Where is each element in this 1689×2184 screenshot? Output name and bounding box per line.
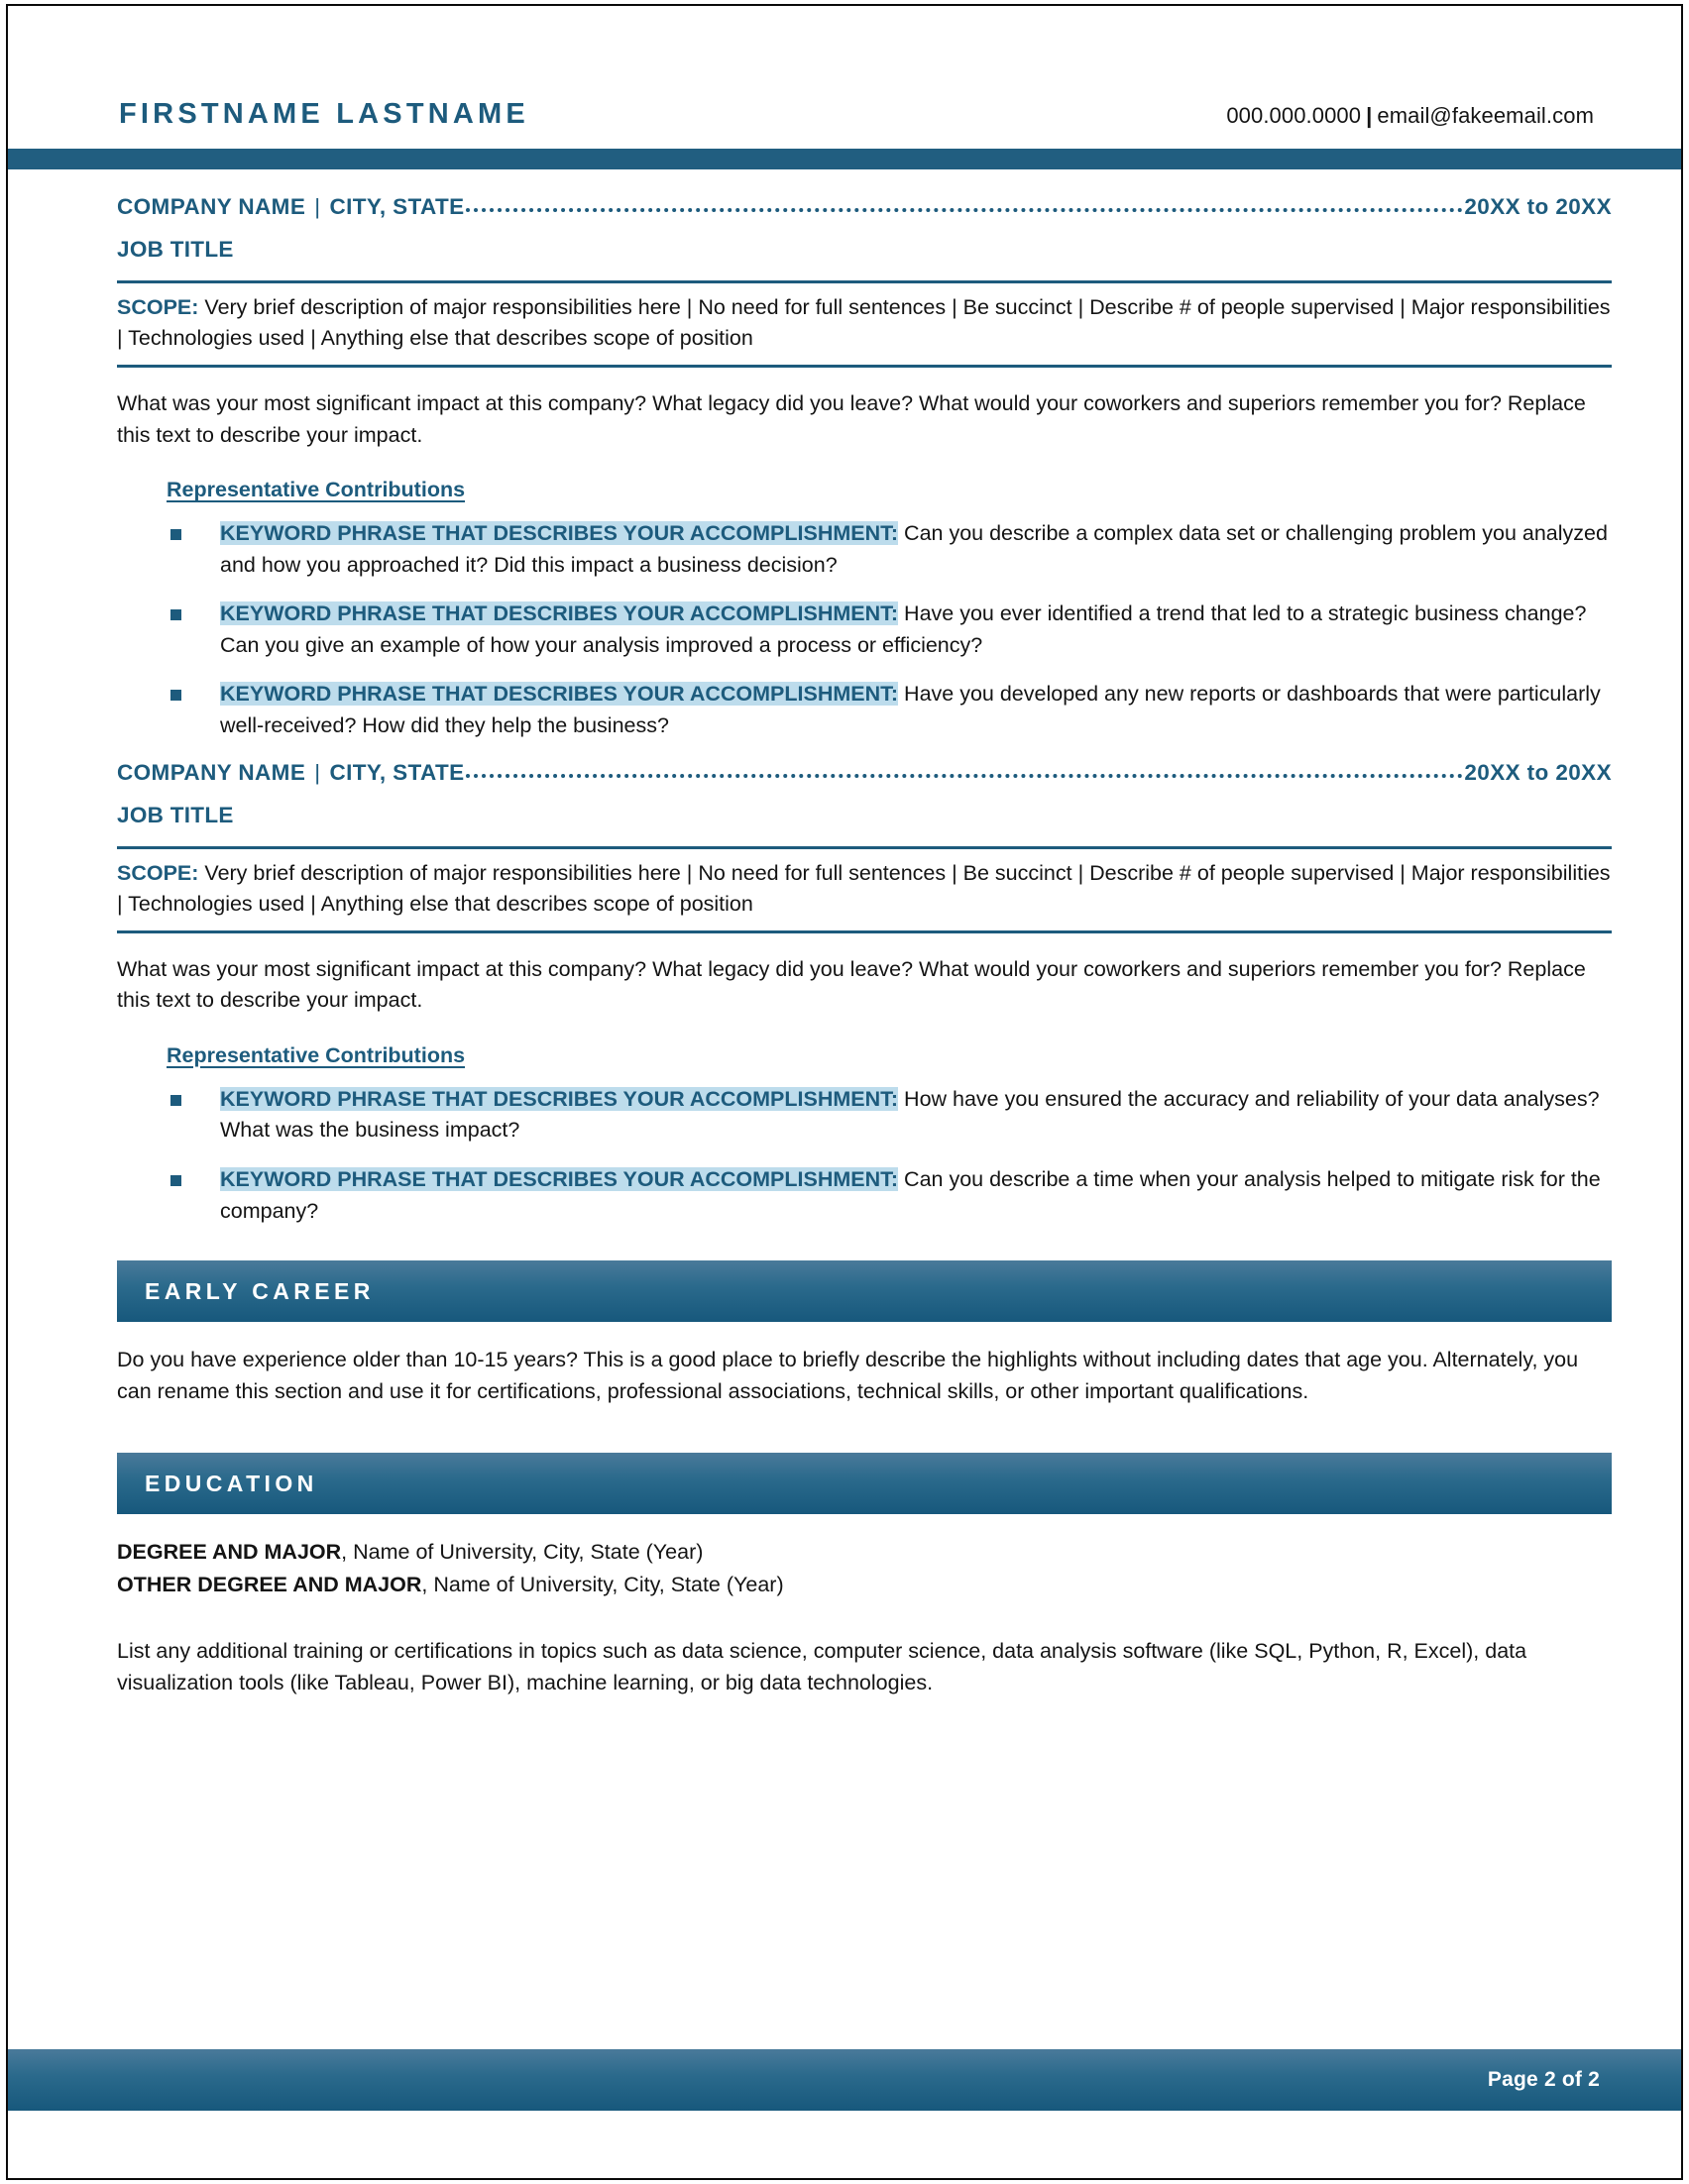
contributions-heading-wrap: Representative Contributions [117,1017,1612,1068]
square-bullet-icon [170,690,181,702]
company-separator: | [314,759,321,785]
education-entry: OTHER DEGREE AND MAJOR, Name of Universi… [117,1569,1612,1601]
phone-number: 000.000.0000 [1226,103,1362,128]
document-header: FIRSTNAME LASTNAME 000.000.0000 | email@fa… [8,6,1681,157]
company-location: CITY, STATE [329,194,465,219]
scope-box: SCOPE: Very brief description of major r… [117,845,1612,933]
degree-detail: , Name of University, City, State (Year) [341,1540,704,1565]
document-footer: Page 2 of 2 [8,2049,1681,2111]
company-name: COMPANY NAME [117,759,306,785]
accomplishment-keyword: KEYWORD PHRASE THAT DESCRIBES YOUR ACCOM… [220,601,899,626]
email-address: email@fakeemail.com [1377,103,1594,128]
scope-label: SCOPE: [117,295,199,319]
contact-info: 000.000.0000 | email@fakeemail.com [1226,103,1594,129]
section-title: EDUCATION [145,1470,318,1496]
square-bullet-icon [170,1174,181,1186]
contributions-heading: Representative Contributions [167,1042,466,1067]
job-entry: COMPANY NAME | CITY, STATE 20XX to 20XX … [117,194,1612,742]
dotted-leader [465,761,1464,778]
resume-page: FIRSTNAME LASTNAME 000.000.0000 | email@fa… [0,0,1689,2184]
education-entry: DEGREE AND MAJOR, Name of University, Ci… [117,1536,1612,1569]
degree-name: OTHER DEGREE AND MAJOR [117,1572,422,1596]
contributions-list: KEYWORD PHRASE THAT DESCRIBES YOUR ACCOM… [117,518,1612,742]
education-note: List any additional training or certific… [117,1638,1527,1694]
page-title: FIRSTNAME LASTNAME [119,98,529,130]
square-bullet-icon [170,609,181,621]
company-header: COMPANY NAME | CITY, STATE 20XX to 20XX [117,194,1612,220]
accomplishment-keyword: KEYWORD PHRASE THAT DESCRIBES YOUR ACCOM… [220,1086,899,1111]
contributions-heading-wrap: Representative Contributions [117,451,1612,502]
accomplishment-keyword: KEYWORD PHRASE THAT DESCRIBES YOUR ACCOM… [220,682,899,707]
accomplishment-keyword: KEYWORD PHRASE THAT DESCRIBES YOUR ACCOM… [220,521,899,546]
list-item: KEYWORD PHRASE THAT DESCRIBES YOUR ACCOM… [117,518,1612,581]
employment-dates: 20XX to 20XX [1464,759,1612,785]
company-separator: | [314,194,321,219]
page-number: Page 2 of 2 [1487,2068,1600,2091]
contributions-heading: Representative Contributions [167,478,466,502]
employment-dates: 20XX to 20XX [1464,194,1612,219]
square-bullet-icon [170,529,181,541]
contact-separator: | [1366,103,1373,128]
early-career-body: Do you have experience older than 10-15 … [117,1348,1579,1404]
list-item: KEYWORD PHRASE THAT DESCRIBES YOUR ACCOM… [117,1084,1612,1147]
scope-label: SCOPE: [117,860,199,885]
company-name: COMPANY NAME [117,194,306,219]
degree-detail: , Name of University, City, State (Year) [421,1572,784,1596]
scope-text: Very brief description of major responsi… [117,860,1611,916]
header-inner: FIRSTNAME LASTNAME 000.000.0000 | email@fa… [119,98,1594,131]
education-entries: DEGREE AND MAJOR, Name of University, Ci… [117,1536,1612,1600]
square-bullet-icon [170,1094,181,1106]
section-header-education: EDUCATION [117,1453,1612,1515]
impact-paragraph: What was your most significant impact at… [117,956,1586,1013]
accomplishment-keyword: KEYWORD PHRASE THAT DESCRIBES YOUR ACCOM… [220,1166,899,1191]
job-entry: COMPANY NAME | CITY, STATE 20XX to 20XX … [117,760,1612,1227]
impact-paragraph: What was your most significant impact at… [117,390,1586,447]
contributions-list: KEYWORD PHRASE THAT DESCRIBES YOUR ACCOM… [117,1084,1612,1227]
header-accent-bar [8,149,1681,169]
scope-box: SCOPE: Very brief description of major r… [117,280,1612,368]
document-body: COMPANY NAME | CITY, STATE 20XX to 20XX … [117,194,1612,1698]
dotted-leader [465,195,1464,212]
scope-text: Very brief description of major responsi… [117,295,1611,350]
company-location: CITY, STATE [329,759,465,785]
section-header-early-career: EARLY CAREER [117,1260,1612,1323]
list-item: KEYWORD PHRASE THAT DESCRIBES YOUR ACCOM… [117,1164,1612,1227]
list-item: KEYWORD PHRASE THAT DESCRIBES YOUR ACCOM… [117,679,1612,741]
degree-name: DEGREE AND MAJOR [117,1540,342,1565]
section-title: EARLY CAREER [145,1277,375,1304]
job-title: JOB TITLE [117,802,234,827]
list-item: KEYWORD PHRASE THAT DESCRIBES YOUR ACCOM… [117,599,1612,661]
company-header: COMPANY NAME | CITY, STATE 20XX to 20XX [117,760,1612,786]
job-title: JOB TITLE [117,237,234,262]
